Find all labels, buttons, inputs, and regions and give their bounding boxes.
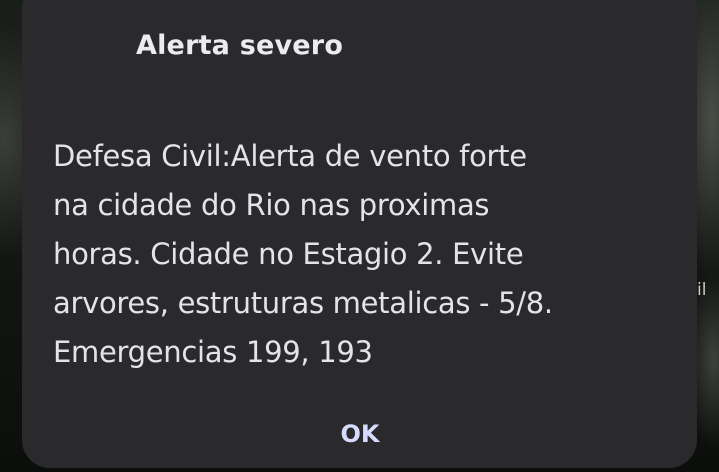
message-line: horas. Cidade no Estagio 2. Evite (53, 237, 524, 271)
dialog-title: Alerta severo (136, 30, 344, 61)
message-line: arvores, estruturas metalicas - 5/8. (53, 286, 553, 320)
message-line: na cidade do Rio nas proximas (53, 188, 490, 222)
dialog-message: Defesa Civil:Alerta de vento forte na ci… (53, 132, 673, 377)
message-line: Emergencias 199, 193 (53, 335, 373, 369)
background-text-fragment: il (697, 280, 707, 300)
severe-alert-dialog: Alerta severo Defesa Civil:Alerta de ven… (22, 0, 697, 468)
ok-button[interactable]: OK (332, 412, 388, 456)
message-line: Defesa Civil:Alerta de vento forte (53, 139, 527, 173)
